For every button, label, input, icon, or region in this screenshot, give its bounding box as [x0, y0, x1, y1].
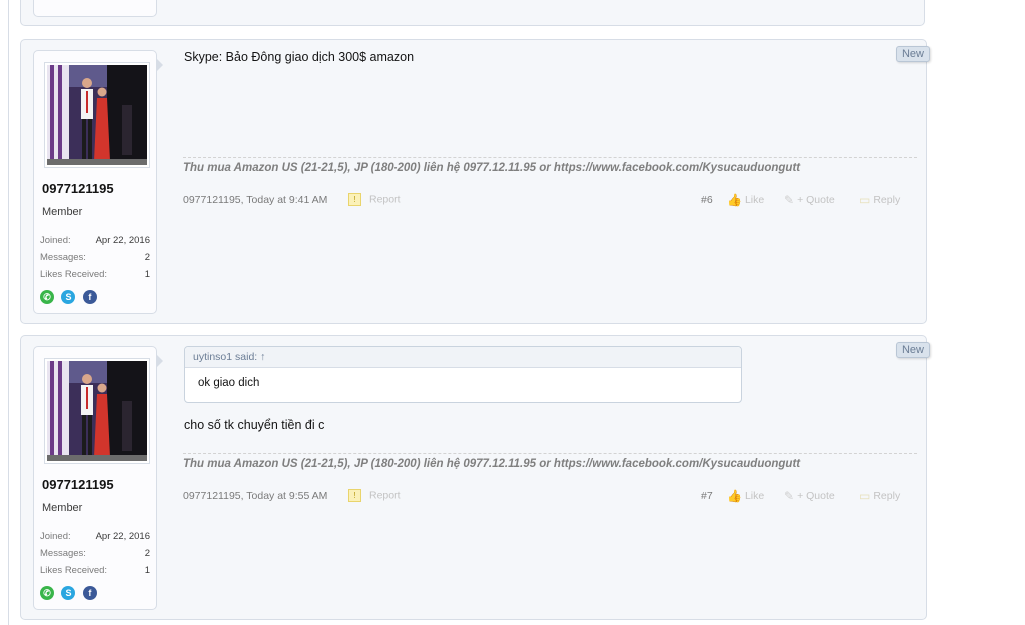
skype-icon[interactable]: S [61, 586, 76, 600]
new-badge: New [895, 342, 930, 358]
skype-icon[interactable]: S [61, 290, 76, 304]
post-7: 0977121195 Member Joined: Apr 22, 2016 M… [20, 335, 930, 620]
report-label: Report [369, 193, 401, 206]
report-button[interactable]: ! Report [348, 489, 401, 502]
post-number[interactable]: #7 [701, 490, 713, 502]
stat-likes-value: 1 [144, 565, 150, 576]
avatar[interactable] [44, 358, 150, 464]
username[interactable]: 0977121195 [42, 477, 114, 492]
quote-text: ok giao dich [198, 377, 260, 389]
signature-divider [183, 453, 917, 454]
message-text: cho số tk chuyển tiền đi c [184, 418, 325, 432]
facebook-icon[interactable]: f [82, 290, 97, 304]
stat-joined-value: Apr 22, 2016 [95, 235, 150, 246]
phone-icon[interactable]: ✆ [40, 586, 54, 600]
quote-icon: ✎ [784, 489, 795, 503]
page-left-rule [8, 0, 9, 625]
avatar[interactable] [44, 62, 150, 168]
previous-post-fragment [20, 0, 925, 26]
contact-icons: ✆ S f [40, 290, 100, 305]
stat-likes-label: Likes Received: [40, 269, 108, 280]
contact-icons: ✆ S f [40, 586, 100, 601]
user-info-box: 0977121195 Member Joined: Apr 22, 2016 M… [33, 50, 163, 314]
facebook-icon[interactable]: f [82, 586, 97, 600]
quote-button[interactable]: ✎ + Quote [784, 193, 835, 207]
report-label: Report [369, 489, 401, 502]
like-button[interactable]: 👍 Like [727, 489, 764, 503]
stat-messages: Messages: 2 [40, 252, 150, 263]
stat-messages-value[interactable]: 2 [145, 252, 150, 263]
user-info-box: 0977121195 Member Joined: Apr 22, 2016 M… [33, 346, 163, 610]
quote-label: + Quote [797, 193, 835, 206]
stat-likes-value: 1 [144, 269, 150, 280]
quote-author[interactable]: uytinso1 said: [193, 351, 257, 363]
stat-joined-label: Joined: [40, 531, 71, 542]
quote-button[interactable]: ✎ + Quote [784, 489, 835, 503]
stat-joined: Joined: Apr 22, 2016 [40, 531, 150, 542]
author-timestamp[interactable]: 0977121195, Today at 9:41 AM [183, 194, 327, 206]
report-icon: ! [348, 489, 361, 502]
reply-icon: ▭ [859, 193, 871, 207]
report-button[interactable]: ! Report [348, 193, 401, 206]
phone-icon[interactable]: ✆ [40, 290, 54, 304]
stat-messages-label: Messages: [40, 548, 86, 559]
stat-likes: Likes Received: 1 [40, 269, 150, 280]
avatar-image [47, 361, 147, 461]
stat-messages-label: Messages: [40, 252, 86, 263]
author-timestamp[interactable]: 0977121195, Today at 9:55 AM [183, 490, 327, 502]
quote-header: uytinso1 said: ↑ [185, 347, 741, 368]
user-title: Member [42, 206, 83, 218]
like-icon: 👍 [727, 489, 742, 503]
stat-joined: Joined: Apr 22, 2016 [40, 235, 150, 246]
like-label: Like [744, 193, 765, 206]
stat-likes: Likes Received: 1 [40, 565, 150, 576]
reply-button[interactable]: ▭ Reply [859, 193, 900, 207]
reply-label: Reply [873, 489, 901, 502]
stat-likes-label: Likes Received: [40, 565, 108, 576]
quote-label: + Quote [797, 489, 835, 502]
report-icon: ! [348, 193, 361, 206]
signature-divider [183, 157, 917, 158]
quote-block: uytinso1 said: ↑ ok giao dich [184, 346, 742, 403]
previous-user-box [33, 0, 157, 17]
reply-icon: ▭ [859, 489, 871, 503]
avatar-image [47, 65, 147, 165]
user-title: Member [42, 502, 83, 514]
signature: Thu mua Amazon US (21-21,5), JP (180-200… [183, 162, 801, 174]
message-meta: 0977121195, Today at 9:55 AM ! Report #7 … [183, 489, 911, 506]
post-6: 0977121195 Member Joined: Apr 22, 2016 M… [20, 39, 930, 324]
message-meta: 0977121195, Today at 9:41 AM ! Report #6 … [183, 193, 911, 210]
new-badge: New [895, 46, 930, 62]
stat-joined-value: Apr 22, 2016 [95, 531, 150, 542]
stat-messages: Messages: 2 [40, 548, 150, 559]
reply-button[interactable]: ▭ Reply [859, 489, 900, 503]
quote-jump-icon[interactable]: ↑ [260, 351, 265, 363]
signature: Thu mua Amazon US (21-21,5), JP (180-200… [183, 458, 801, 470]
post-number[interactable]: #6 [701, 194, 713, 206]
message-text: Skype: Bảo Đông giao dịch 300$ amazon [184, 50, 415, 64]
username[interactable]: 0977121195 [42, 181, 114, 196]
stat-messages-value[interactable]: 2 [145, 548, 150, 559]
quote-icon: ✎ [784, 193, 795, 207]
stat-joined-label: Joined: [40, 235, 71, 246]
like-icon: 👍 [727, 193, 742, 207]
reply-label: Reply [873, 193, 901, 206]
like-button[interactable]: 👍 Like [727, 193, 764, 207]
like-label: Like [744, 489, 765, 502]
